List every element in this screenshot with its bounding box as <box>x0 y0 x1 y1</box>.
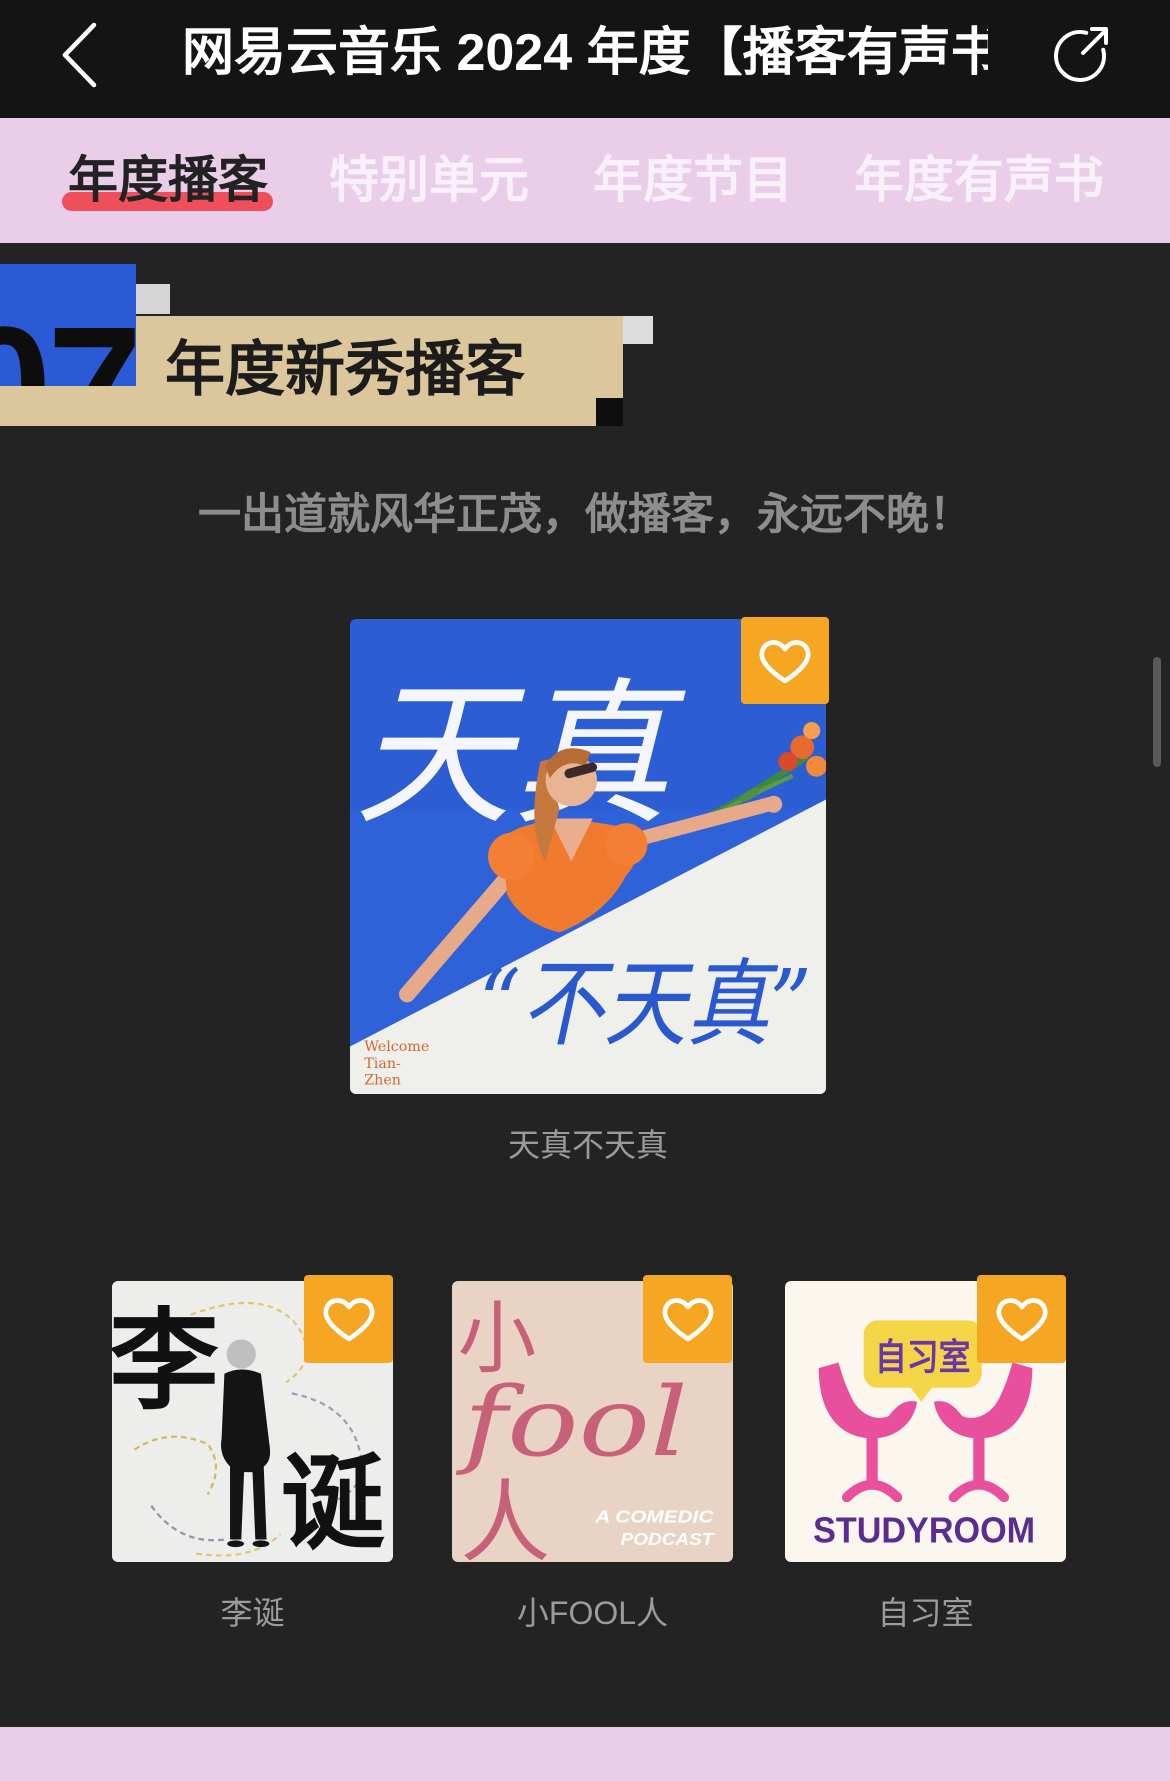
cover-welcome-line: Welcome <box>364 1039 429 1055</box>
cover-char: 诞 <box>281 1442 385 1562</box>
section-subtitle: 一出道就风华正茂，做播客，永远不晚！ <box>198 491 972 539</box>
cover-welcome-line: Zhen <box>364 1073 401 1089</box>
cover-headline: 天真 <box>355 664 686 847</box>
section-number: 07 <box>0 302 136 386</box>
cover-quote: “不天真” <box>479 950 812 1060</box>
podcast-name[interactable]: 小FOOL人 <box>452 1593 733 1633</box>
chevron-left-icon <box>62 22 97 88</box>
cover-welcome-line: Tian- <box>364 1056 401 1072</box>
featured-podcast-name[interactable]: 天真不天真 <box>350 1125 826 1165</box>
favorite-button[interactable] <box>977 1275 1066 1363</box>
heart-icon <box>662 1298 713 1342</box>
cover-bubble-text: 自习室 <box>875 1337 971 1378</box>
cover-char: 人 <box>460 1472 550 1562</box>
decor-square <box>136 284 170 314</box>
cover-word: fool <box>456 1366 688 1478</box>
section-title: 年度新秀播客 <box>165 336 525 403</box>
tab-special-unit[interactable]: 特别单元 <box>329 150 529 210</box>
section-number-block: 07 <box>0 264 136 386</box>
decor-square <box>596 398 623 426</box>
cover-tagline: PODCAST <box>621 1529 716 1549</box>
heart-icon <box>323 1298 374 1342</box>
favorite-button[interactable] <box>643 1275 732 1363</box>
tab-annual-audiobook[interactable]: 年度有声书 <box>854 150 1104 210</box>
next-section-edge <box>0 1727 1170 1781</box>
share-button[interactable] <box>1048 20 1114 86</box>
heart-icon <box>759 639 811 683</box>
favorite-button[interactable] <box>304 1275 393 1363</box>
page-title: 网易云音乐 2024 年度【播客有声书 <box>182 24 988 82</box>
scrollbar-thumb[interactable] <box>1153 657 1161 767</box>
cover-char: 李 <box>112 1296 219 1425</box>
decor-square <box>623 316 653 344</box>
favorite-button[interactable] <box>741 617 829 704</box>
tab-annual-podcast[interactable]: 年度播客 <box>68 150 268 210</box>
back-button[interactable] <box>58 21 102 89</box>
cover-tagline: A COMEDIC <box>594 1507 714 1527</box>
share-icon <box>1054 27 1108 82</box>
cover-wordmark: STUDYROOM <box>813 1509 1035 1550</box>
podcast-name[interactable]: 李诞 <box>112 1593 393 1633</box>
podcast-name[interactable]: 自习室 <box>785 1593 1066 1633</box>
tab-annual-program[interactable]: 年度节目 <box>593 150 793 210</box>
heart-icon <box>996 1298 1047 1342</box>
